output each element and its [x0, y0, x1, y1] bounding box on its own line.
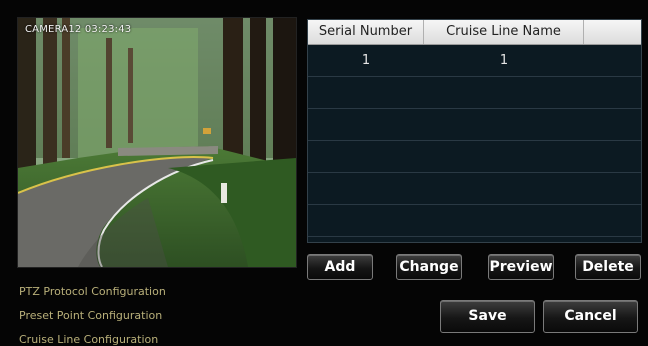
cell-empty	[584, 109, 641, 140]
column-header-serial-number[interactable]: Serial Number	[308, 20, 424, 44]
preview-button[interactable]: Preview	[488, 254, 554, 280]
menu-item-ptz-protocol-configuration[interactable]: PTZ Protocol Configuration	[19, 285, 166, 298]
cell-empty	[584, 77, 641, 108]
cell-cruise-line-name	[424, 141, 584, 172]
road-forest-scene	[18, 18, 296, 267]
table-row[interactable]	[308, 205, 641, 237]
table-row[interactable]	[308, 141, 641, 173]
camera-preview: CAMERA12 03:23:43	[17, 17, 297, 268]
save-button[interactable]: Save	[440, 300, 535, 333]
table-row[interactable]	[308, 109, 641, 141]
cell-cruise-line-name	[424, 77, 584, 108]
table-header: Serial Number Cruise Line Name	[308, 20, 641, 45]
cell-serial-number	[308, 173, 424, 204]
cell-empty	[584, 205, 641, 236]
delete-button[interactable]: Delete	[575, 254, 641, 280]
cruise-line-table[interactable]: Serial Number Cruise Line Name 1 1	[307, 19, 642, 243]
cell-empty	[584, 45, 641, 76]
cell-serial-number	[308, 205, 424, 236]
table-row[interactable]: 1 1	[308, 45, 641, 77]
camera-osd-label: CAMERA12 03:23:43	[25, 24, 132, 35]
cell-serial-number	[308, 109, 424, 140]
column-header-empty	[584, 20, 641, 44]
table-row[interactable]	[308, 173, 641, 205]
cell-empty	[584, 173, 641, 204]
cell-cruise-line-name	[424, 173, 584, 204]
cancel-button[interactable]: Cancel	[543, 300, 638, 333]
cell-cruise-line-name	[424, 109, 584, 140]
column-header-cruise-line-name[interactable]: Cruise Line Name	[424, 20, 584, 44]
cell-empty	[584, 141, 641, 172]
menu-item-preset-point-configuration[interactable]: Preset Point Configuration	[19, 309, 162, 322]
cell-cruise-line-name: 1	[499, 53, 509, 68]
table-row[interactable]	[308, 77, 641, 109]
cell-serial-number	[308, 77, 424, 108]
add-button[interactable]: Add	[307, 254, 373, 280]
cell-serial-number: 1	[361, 53, 371, 68]
cell-serial-number	[308, 141, 424, 172]
cell-cruise-line-name	[424, 205, 584, 236]
menu-item-cruise-line-configuration[interactable]: Cruise Line Configuration	[19, 333, 158, 346]
change-button[interactable]: Change	[396, 254, 462, 280]
